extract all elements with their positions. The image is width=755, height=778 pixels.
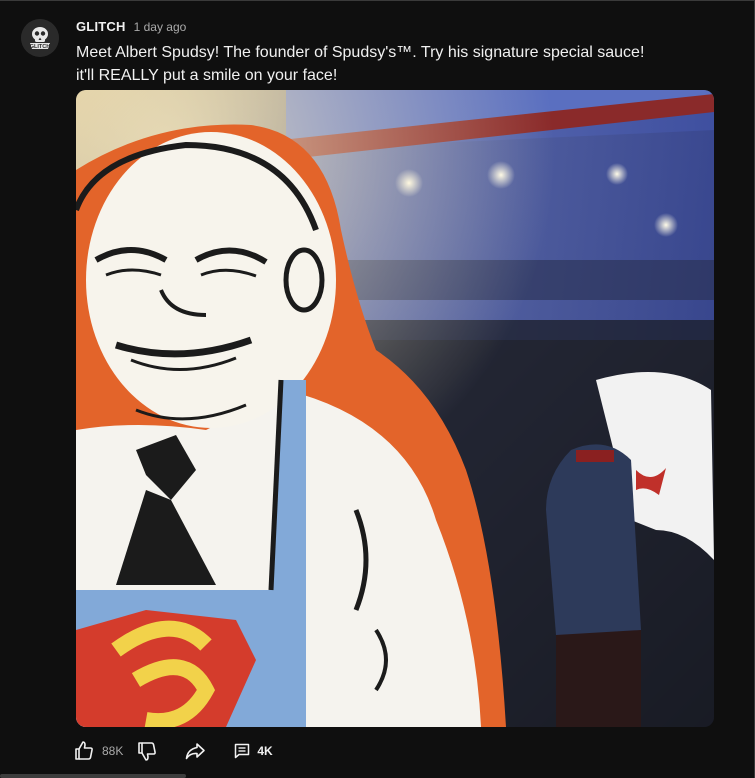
like-button[interactable]: 88K xyxy=(72,739,123,763)
channel-avatar[interactable]: GLITCH xyxy=(21,19,59,57)
post-text-line-1: Meet Albert Spudsy! The founder of Spuds… xyxy=(76,44,645,61)
horizontal-scrollbar[interactable] xyxy=(0,774,186,778)
post-image[interactable] xyxy=(76,90,714,727)
thumbs-down-icon xyxy=(138,742,157,761)
community-post: GLITCH GLITCH 1 day ago Meet Albert Spud… xyxy=(0,0,755,778)
svg-text:GLITCH: GLITCH xyxy=(30,44,50,50)
post-header: GLITCH 1 day ago xyxy=(76,19,186,34)
post-actions: 88K 4K xyxy=(72,739,273,763)
post-timestamp[interactable]: 1 day ago xyxy=(134,20,187,34)
comments-button[interactable]: 4K xyxy=(233,742,273,760)
channel-name[interactable]: GLITCH xyxy=(76,19,126,34)
glitch-logo-icon: GLITCH xyxy=(21,19,59,57)
share-icon xyxy=(186,743,206,760)
share-button[interactable] xyxy=(183,739,207,763)
post-text-line-2: it'll REALLY put a smile on your face! xyxy=(76,67,338,84)
comment-icon xyxy=(235,743,250,759)
like-count: 88K xyxy=(102,744,124,758)
post-text: Meet Albert Spudsy! The founder of Spuds… xyxy=(76,41,716,87)
post-image-illustration xyxy=(76,90,714,727)
comment-count: 4K xyxy=(257,744,273,758)
thumbs-up-icon xyxy=(75,741,93,760)
dislike-button[interactable] xyxy=(135,739,159,763)
